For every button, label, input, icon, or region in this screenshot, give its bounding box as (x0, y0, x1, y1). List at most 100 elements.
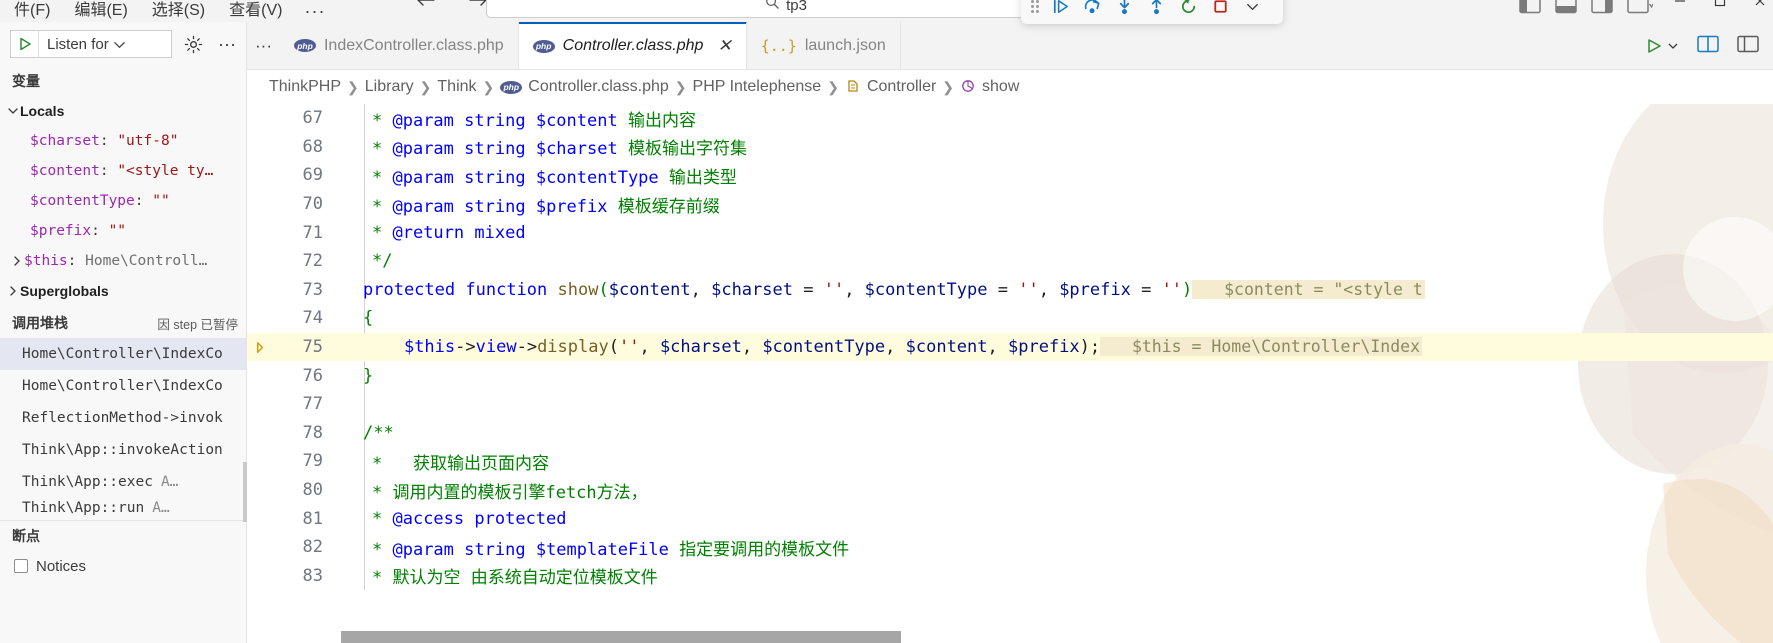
breadcrumb-item-method[interactable]: show (960, 78, 1019, 97)
code-token: , (742, 337, 762, 357)
code-line[interactable]: 73protected function show($content, $cha… (247, 276, 1773, 305)
debug-stop-button[interactable] (1205, 0, 1235, 21)
code-editor[interactable]: 67* @param string $content 输出内容68* @para… (247, 104, 1773, 643)
callstack-status: 因 step 已暂停 (157, 314, 238, 333)
code-line[interactable]: 75 $this->view->display('', $charset, $c… (247, 333, 1773, 362)
code-line[interactable]: 83* 默认为空 由系统自动定位模板文件 (247, 562, 1773, 591)
line-number: 79 (273, 451, 335, 471)
code-token: $this (404, 337, 455, 357)
debug-step-out-button[interactable] (1141, 0, 1171, 21)
breakpoints-section-header[interactable]: 断点 (0, 521, 246, 551)
toggle-panel-icon[interactable] (1555, 0, 1577, 19)
variables-section-header[interactable]: 变量 (0, 66, 246, 96)
callstack-frame[interactable]: Think\App::invokeAction (0, 434, 246, 466)
maximize-button[interactable] (1713, 0, 1727, 12)
editor-horizontal-scrollbar[interactable] (341, 631, 901, 643)
code-line[interactable]: 71* @return mixed (247, 218, 1773, 247)
breadcrumb-item-file[interactable]: php Controller.class.php (500, 78, 669, 96)
start-debugging-icon[interactable] (11, 31, 39, 57)
variable-row-prefix[interactable]: $prefix: "" (0, 216, 246, 246)
toggle-secondary-sidebar-icon[interactable] (1591, 0, 1613, 19)
launch-config-selector[interactable]: Listen for (10, 30, 172, 58)
close-icon[interactable]: ✕ (717, 36, 731, 56)
variable-row-this[interactable]: $this: Home\Controll… (0, 246, 246, 276)
debug-settings-gear-icon[interactable] (180, 35, 206, 54)
code-token: ) (1182, 280, 1192, 300)
close-button[interactable] (1753, 0, 1767, 12)
code-line-text: * @param string $charset 模板输出字符集 (353, 134, 747, 159)
callstack-frame[interactable]: Home\Controller\IndexCo (0, 370, 246, 402)
breadcrumb-item-think[interactable]: Think (437, 78, 476, 96)
code-token: * (372, 509, 392, 529)
code-line[interactable]: 74{ (247, 304, 1773, 333)
code-token: @param (392, 197, 453, 217)
code-token (454, 540, 464, 560)
chevron-down-icon (113, 38, 126, 51)
code-line[interactable]: 81* @access protected (247, 504, 1773, 533)
menu-item-select[interactable]: 选择(S) (140, 0, 217, 22)
menu-bar: 件(F) 编辑(E) 选择(S) 查看(V) ··· (0, 0, 335, 22)
php-file-icon: php (533, 40, 555, 53)
tab-label: IndexController.class.php (324, 37, 504, 55)
menu-item-view[interactable]: 查看(V) (217, 0, 294, 22)
code-line[interactable]: 82* @param string $templateFile 指定要调用的模板… (247, 533, 1773, 562)
code-line[interactable]: 72*/ (247, 247, 1773, 276)
menu-item-edit[interactable]: 编辑(E) (62, 0, 139, 22)
code-line[interactable]: 80* 调用内置的模板引擎fetch方法， (247, 476, 1773, 505)
tabs-overflow-button[interactable]: ··· (247, 22, 280, 69)
debug-restart-button[interactable] (1173, 0, 1203, 21)
breadcrumb-item-library[interactable]: Library (365, 78, 414, 96)
code-line[interactable]: 77 (247, 390, 1773, 419)
callstack-frame[interactable]: Home\Controller\IndexCo (0, 338, 246, 370)
debug-toolbar-more-button[interactable] (1237, 0, 1267, 21)
variable-row-charset[interactable]: $charset: "utf-8" (0, 126, 246, 156)
line-number: 83 (273, 566, 335, 586)
code-line[interactable]: 79* 获取输出页面内容 (247, 447, 1773, 476)
variable-row-contenttype[interactable]: $contentType: "" (0, 186, 246, 216)
tab-controller[interactable]: php Controller.class.php ✕ (519, 22, 747, 69)
callstack-frame[interactable]: Think\App::run A… (0, 498, 246, 518)
toggle-primary-sidebar-icon[interactable] (1519, 0, 1541, 19)
debug-more-actions-button[interactable]: ··· (214, 34, 240, 55)
code-token: , (988, 337, 1008, 357)
variable-row-content[interactable]: $content: "<style ty… (0, 156, 246, 186)
breadcrumb-item-class[interactable]: Controller (845, 78, 936, 97)
callstack-frame[interactable]: ReflectionMethod->invok (0, 402, 246, 434)
navigate-back-icon[interactable] (415, 0, 437, 13)
callstack-frame[interactable]: Think\App::exec A… (0, 466, 246, 498)
menu-overflow-button[interactable]: ··· (294, 1, 335, 22)
callstack-section-header[interactable]: 调用堆栈 因 step 已暂停 (0, 308, 246, 338)
customize-layout-icon[interactable] (1627, 0, 1653, 19)
code-line[interactable]: 70* @param string $prefix 模板缓存前缀 (247, 190, 1773, 219)
code-line[interactable]: 69* @param string $contentType 输出类型 (247, 161, 1773, 190)
code-line[interactable]: 78/** (247, 419, 1773, 448)
variables-group-locals[interactable]: Locals (0, 96, 246, 126)
tab-indexcontroller[interactable]: php IndexController.class.php (280, 22, 519, 69)
execution-pointer-icon[interactable] (247, 340, 273, 355)
breakpoint-checkbox[interactable] (14, 559, 28, 573)
code-line-text: * @return mixed (353, 223, 526, 243)
debug-step-into-button[interactable] (1109, 0, 1139, 21)
code-line[interactable]: 76} (247, 361, 1773, 390)
code-line[interactable]: 67* @param string $content 输出内容 (247, 104, 1773, 133)
code-line[interactable]: 68* @param string $charset 模板输出字符集 (247, 133, 1773, 162)
menu-item-file[interactable]: 件(F) (2, 0, 62, 22)
breakpoint-item-notices[interactable]: Notices (0, 551, 246, 581)
code-token (526, 168, 536, 188)
search-input[interactable]: tp3 (486, 0, 1086, 18)
breadcrumb-item-intelephense[interactable]: PHP Intelephense (693, 78, 822, 96)
debug-toolbar-drag-handle[interactable] (1027, 0, 1043, 13)
code-token: 模板缓存前缀 (607, 197, 719, 217)
toggle-editor-layout-icon[interactable] (1737, 35, 1759, 58)
minimize-button[interactable] (1673, 0, 1687, 12)
breadcrumb: ThinkPHP ❯ Library ❯ Think ❯ php Control… (247, 70, 1773, 104)
tab-launchjson[interactable]: {..} launch.json (747, 22, 901, 69)
variables-group-superglobals[interactable]: Superglobals (0, 276, 246, 306)
debug-step-over-button[interactable] (1077, 0, 1107, 21)
variable-value: "<style ty… (117, 163, 213, 179)
run-file-button[interactable] (1645, 37, 1679, 55)
breadcrumb-item-thinkphp[interactable]: ThinkPHP (269, 78, 341, 96)
split-editor-icon[interactable] (1697, 35, 1719, 58)
debug-continue-button[interactable] (1045, 0, 1075, 21)
callstack-frame-label: Home\Controller\IndexCo (22, 346, 223, 362)
